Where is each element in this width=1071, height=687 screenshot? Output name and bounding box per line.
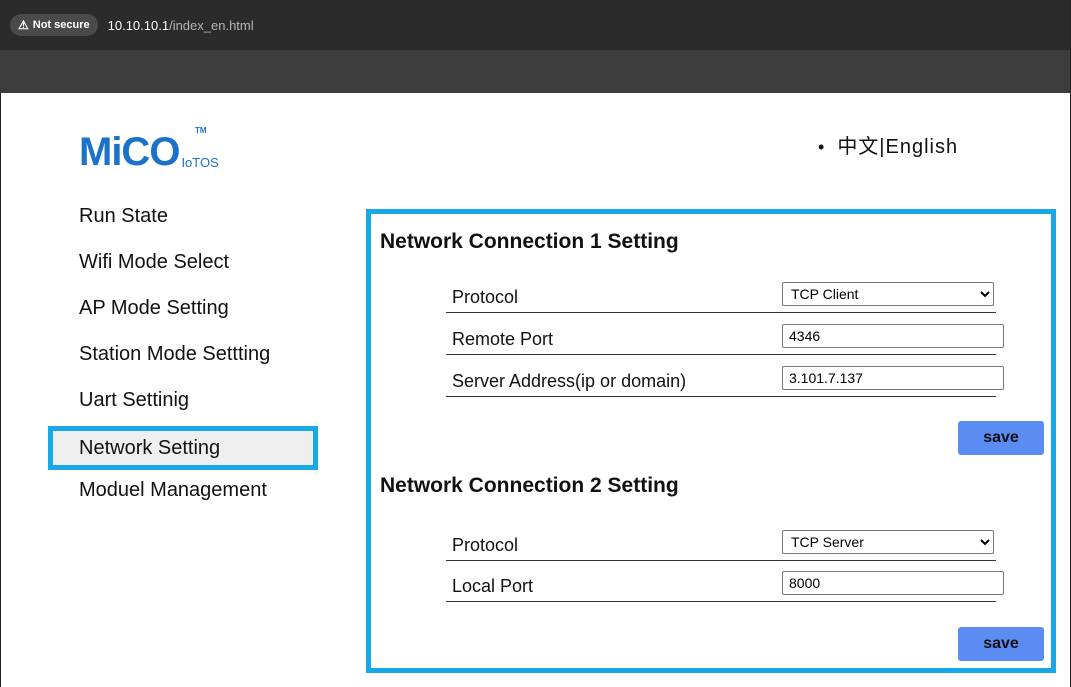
conn1-server-input[interactable] [782,366,1004,390]
conn2-local-port-input[interactable] [782,571,1004,595]
conn2-title: Network Connection 2 Setting [380,474,679,497]
sidebar-item-run-state[interactable]: Run State [48,196,318,242]
sidebar-item-wifi-mode-select[interactable]: Wifi Mode Select [48,242,318,288]
warning-icon: ⚠ [18,18,29,32]
security-label: Not secure [32,19,90,31]
conn2-protocol-select[interactable]: TCP Server [782,530,994,554]
language-switch[interactable]: • 中文|English [818,130,958,159]
conn1-remote-port-input[interactable] [782,324,1004,348]
trademark-mark: TM [195,126,207,135]
conn1-save-button[interactable]: save [958,421,1044,455]
conn1-server-label: Server Address(ip or domain) [452,371,687,391]
sidebar-item-module-management[interactable]: Moduel Management [48,470,318,516]
page-border-left [0,93,1,687]
bullet-icon: • [818,137,826,157]
sidebar-item-network-setting[interactable]: Network Setting [48,426,318,470]
network-settings-panel: Network Connection 1 Setting Protocol TC… [366,209,1056,673]
sidebar-item-station-mode-setting[interactable]: Station Mode Settting [48,334,318,380]
conn2-local-port-row: Local Port [446,561,1004,602]
sidebar-item-ap-mode-setting[interactable]: AP Mode Setting [48,288,318,334]
conn2-save-button[interactable]: save [958,627,1044,661]
logo-text: MiCO [79,130,180,174]
conn1-protocol-row: Protocol TCP Client [446,272,996,313]
url-path: /index_en.html [169,17,254,33]
conn1-protocol-label: Protocol [452,287,519,307]
conn1-title: Network Connection 1 Setting [380,230,679,253]
conn1-protocol-select[interactable]: TCP Client [782,282,994,306]
mico-logo: MiCO IoTOS TM [79,126,219,174]
browser-chrome: ⚠ Not secure 10.10.10.1/index_en.html [0,0,1071,93]
conn2-protocol-label: Protocol [452,535,519,555]
sidebar-item-uart-setting[interactable]: Uart Settinig [48,380,318,426]
conn1-remote-port-row: Remote Port [446,314,1004,355]
sidebar-nav: Run State Wifi Mode Select AP Mode Setti… [48,196,318,516]
logo-subtext: IoTOS [181,155,219,170]
address-bar[interactable]: ⚠ Not secure 10.10.10.1/index_en.html [0,0,1071,50]
conn2-protocol-row: Protocol TCP Server [446,520,996,561]
language-text[interactable]: 中文|English [837,136,958,158]
conn1-server-row: Server Address(ip or domain) [446,356,1004,397]
conn2-local-port-label: Local Port [452,576,534,596]
conn1-remote-port-label: Remote Port [452,329,554,349]
url-host: 10.10.10.1 [107,17,170,33]
security-badge[interactable]: ⚠ Not secure [10,14,98,36]
url-text[interactable]: 10.10.10.1/index_en.html [108,18,254,33]
